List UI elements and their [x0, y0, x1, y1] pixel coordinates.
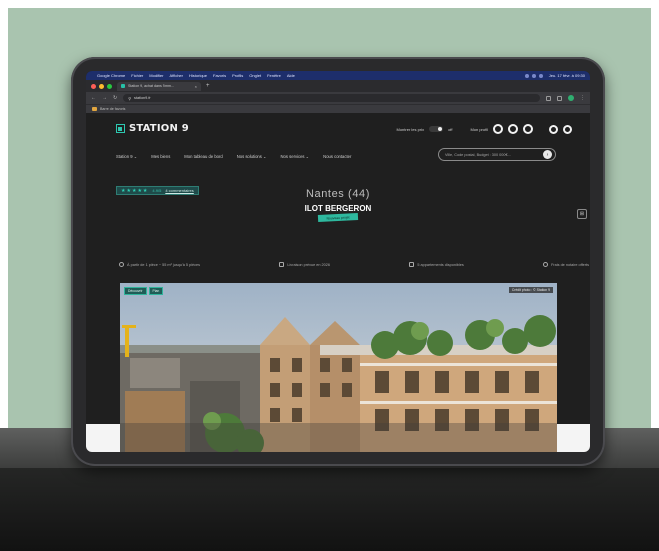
project-city: Nantes (44): [305, 188, 371, 200]
window-controls: [91, 83, 112, 89]
project-info-row: À partir de 1 pièce ~ 55 m² jusqu'à 5 pi…: [119, 262, 589, 267]
zoom-window-icon[interactable]: [107, 83, 112, 89]
photo-credit: Crédit photo : © Station 9: [508, 287, 553, 293]
info-rooms: À partir de 1 pièce ~ 55 m² jusqu'à 5 pi…: [119, 262, 200, 267]
main-menu: Station 9 ⌄ Mes biens Mon tableau de bor…: [116, 154, 351, 159]
project-title: ILOT BERGERON: [304, 204, 372, 213]
bookmarks-bar: Barre de favoris: [86, 104, 590, 113]
station9-logo-icon: [116, 124, 125, 133]
messages-icon[interactable]: [523, 124, 533, 134]
menu-item-contact[interactable]: Nous contacter: [323, 154, 351, 159]
profile-avatar-icon[interactable]: [568, 95, 574, 101]
station9-favicon-icon: [121, 84, 125, 88]
wifi-icon[interactable]: [524, 73, 529, 78]
menubar-item-help[interactable]: Aide: [287, 73, 295, 78]
info-rooms-text: À partir de 1 pièce ~ 55 m² jusqu'à 5 pi…: [127, 262, 201, 267]
menubar-item-file[interactable]: Fichier: [131, 73, 143, 78]
property-search-input[interactable]: Ville, Code postal, Budget : 300 000€...…: [438, 148, 556, 161]
close-window-icon[interactable]: [91, 83, 96, 89]
toggle-state: off: [448, 126, 453, 132]
close-tab-icon[interactable]: ×: [195, 84, 197, 89]
bookmark-folder[interactable]: Barre de favoris: [100, 107, 125, 111]
menubar-item-tab[interactable]: Onglet: [249, 73, 261, 78]
forward-icon[interactable]: →: [102, 95, 107, 101]
address-bar[interactable]: ⚲ station9.fr: [123, 94, 540, 102]
show-prices-toggle[interactable]: [429, 126, 444, 132]
folder-icon: [92, 107, 97, 111]
menu-item-dashboard[interactable]: Mon tableau de bord: [184, 154, 222, 159]
browser-tab-active[interactable]: Station 9, achat dans l'imm... ×: [117, 81, 201, 91]
browser-tabbar: Station 9, achat dans l'imm... × +: [86, 80, 590, 92]
calendar-icon: [279, 262, 285, 267]
station9-logo[interactable]: STATION 9: [116, 123, 189, 134]
info-fees-text: Frais de notaire offerts: [551, 262, 589, 267]
hero-tags: Découvrir Plan: [124, 287, 164, 295]
menubar-clock[interactable]: Jeu. 17 févr. à 09:30: [549, 73, 585, 78]
minimize-window-icon[interactable]: [99, 83, 104, 89]
menubar-app[interactable]: Google Chrome: [97, 73, 125, 78]
menubar-item-profiles[interactable]: Profils: [232, 73, 243, 78]
menubar-item-view[interactable]: Afficher: [170, 73, 184, 78]
new-tab-icon[interactable]: +: [206, 83, 210, 89]
browser-toolbar: ← → ↻ ⚲ station9.fr ⋮: [86, 92, 590, 104]
notifications-icon[interactable]: [549, 124, 558, 134]
info-availability-text: 5 appartements disponibles: [417, 262, 464, 267]
menu-item-services[interactable]: Nos services ⌄: [281, 154, 310, 159]
user-icon[interactable]: [563, 124, 572, 134]
info-availability: 5 appartements disponibles: [409, 262, 464, 267]
apartment-icon: [409, 262, 415, 267]
back-icon[interactable]: ←: [91, 95, 96, 101]
sidepanel-icon[interactable]: [557, 95, 562, 101]
logo-text: STATION 9: [129, 123, 189, 134]
site-header: STATION 9 Montrer les prix off Mon profi…: [86, 113, 590, 145]
address-url: station9.fr: [133, 96, 151, 100]
project-hero-image[interactable]: Découvrir Plan Crédit photo : © Station …: [120, 283, 557, 452]
battery-icon[interactable]: [531, 73, 536, 78]
euro-icon: [543, 262, 549, 267]
show-prices-label: Montrer les prix: [396, 126, 425, 132]
menubar-item-window[interactable]: Fenêtre: [267, 73, 281, 78]
new-project-badge: Nouveau projet: [317, 212, 359, 223]
reload-icon[interactable]: ↻: [113, 95, 117, 101]
menubar-item-history[interactable]: Historique: [189, 73, 207, 78]
photo-scene: Google Chrome Fichier Modifier Afficher …: [0, 0, 659, 551]
favorites-icon[interactable]: [508, 124, 518, 134]
menu-item-station9[interactable]: Station 9 ⌄: [116, 154, 137, 159]
menubar-item-edit[interactable]: Modifier: [149, 73, 163, 78]
header-tools: Montrer les prix off Mon profil: [396, 124, 572, 134]
info-delivery-text: Livraison prévue en 2026: [287, 262, 330, 267]
search-icon[interactable]: [538, 73, 543, 78]
menubar-item-bookmarks[interactable]: Favoris: [213, 73, 226, 78]
info-delivery: Livraison prévue en 2026: [279, 262, 330, 267]
search-placeholder: Ville, Code postal, Budget : 300 000€...: [445, 152, 511, 157]
tab-title: Station 9, achat dans l'imm...: [128, 84, 175, 88]
browser-menu-icon[interactable]: ⋮: [580, 95, 585, 101]
rooms-icon: [119, 262, 124, 267]
plan-tag[interactable]: Plan: [148, 287, 164, 295]
menu-item-my-properties[interactable]: Mes biens: [151, 154, 170, 159]
account-icon[interactable]: [493, 124, 503, 134]
search-submit-icon[interactable]: ›: [543, 150, 552, 159]
discover-tag[interactable]: Découvrir: [124, 287, 147, 295]
info-fees: Frais de notaire offerts: [543, 262, 589, 267]
my-profile-label[interactable]: Mon profil: [470, 127, 488, 132]
side-panel-icon[interactable]: ⊞: [577, 209, 587, 219]
menu-item-solutions[interactable]: Nos solutions ⌄: [237, 154, 267, 159]
table-base: [0, 468, 659, 551]
tablet-device: Google Chrome Fichier Modifier Afficher …: [71, 57, 605, 466]
macos-menubar: Google Chrome Fichier Modifier Afficher …: [86, 71, 590, 80]
menubar-status-icons: [524, 73, 543, 78]
station9-website: STATION 9 Montrer les prix off Mon profi…: [86, 113, 590, 452]
tablet-screen: Google Chrome Fichier Modifier Afficher …: [86, 71, 590, 452]
site-info-icon[interactable]: ⚲: [128, 96, 131, 101]
building-render-illustration: [120, 283, 557, 452]
extensions-icon[interactable]: [546, 95, 551, 101]
